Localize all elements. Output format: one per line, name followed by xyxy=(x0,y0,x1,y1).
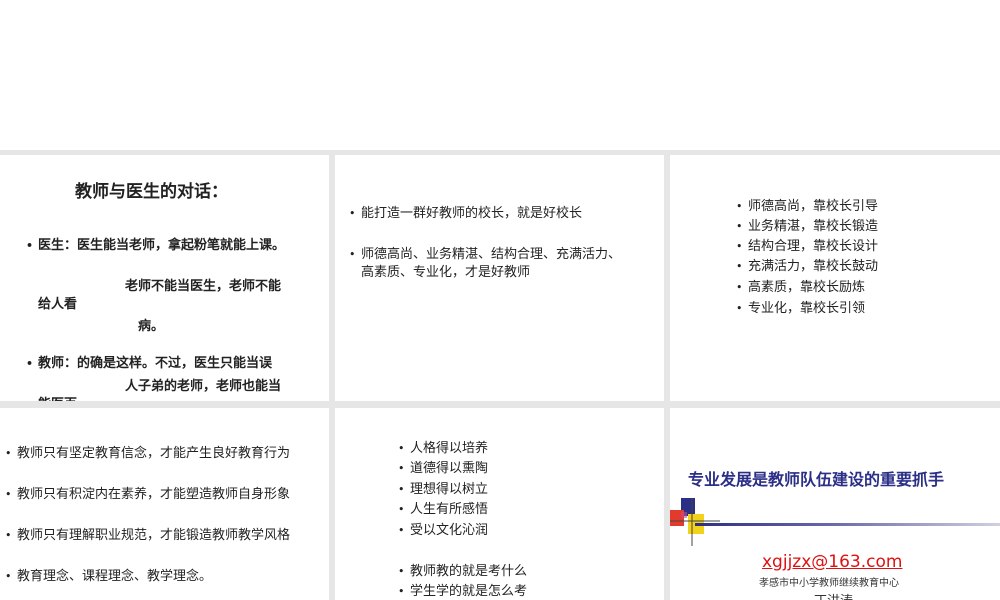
dialogue-doctor-line2: 老师不能当医生，老师不能 xyxy=(125,279,282,294)
list-item: 受以文化沁润 xyxy=(398,522,488,540)
dialogue-doctor-line4: 病。 xyxy=(138,319,165,334)
list-item: 教师只有理解职业规范，才能锻造教师教学风格 xyxy=(5,527,290,545)
list-item: 结构合理，靠校长设计 xyxy=(736,238,878,256)
slide-thumbnail-5[interactable]: 人格得以培养 道德得以熏陶 理想得以树立 人生有所感悟 受以文化沁润 教师教的就… xyxy=(335,408,664,600)
author-name: 丁洪涛 xyxy=(814,590,853,600)
dialogue-teacher-line2: 人子弟的老师，老师也能当 xyxy=(125,379,282,394)
list-item: 道德得以熏陶 xyxy=(398,460,488,478)
bullet-good-teacher-line2: 高素质、专业化，才是好教师 xyxy=(361,265,531,280)
list-item: 教师只有坚定教育信念，才能产生良好教育行为 xyxy=(5,445,290,463)
dialogue-teacher-line3: 能医百 xyxy=(38,393,77,401)
dialogue-doctor-line3: 给人看 xyxy=(38,297,78,312)
list-item: 专业化，靠校长引领 xyxy=(736,300,865,318)
slide-thumbnail-2[interactable]: 能打造一群好教师的校长，就是好校长 师德高尚、业务精湛、结构合理、充满活力、 高… xyxy=(335,155,664,401)
list-item: 教师只有积淀内在素养，才能塑造教师自身形象 xyxy=(5,486,290,504)
bullet-good-principal: 能打造一群好教师的校长，就是好校长 xyxy=(349,205,582,223)
list-item: 教育理念、课程理念、教学理念。 xyxy=(5,568,212,586)
list-item: 教师教的就是考什么 xyxy=(398,563,527,581)
list-item: 充满活力，靠校长鼓动 xyxy=(736,258,878,276)
list-item: 人格得以培养 xyxy=(398,440,488,458)
list-item: 业务精湛，靠校长锻造 xyxy=(736,218,878,236)
slide-thumbnail-6[interactable]: 专业发展是教师队伍建设的重要抓手 xgjjzx@163.com 孝感市中小学教师… xyxy=(670,408,1000,600)
email-link[interactable]: xgjjzx@163.com xyxy=(762,552,902,572)
list-item: 高素质，靠校长励炼 xyxy=(736,279,865,297)
list-item: 理想得以树立 xyxy=(398,481,488,499)
list-item: 师德高尚，靠校长引导 xyxy=(736,198,878,216)
slide-thumbnail-4[interactable]: 教师只有坚定教育信念，才能产生良好教育行为 教师只有积淀内在素养，才能塑造教师自… xyxy=(0,408,329,600)
bullet-good-teacher-line1: 师德高尚、业务精湛、结构合理、充满活力、 xyxy=(349,246,621,264)
list-item: 人生有所感悟 xyxy=(398,501,488,519)
list-item: 学生学的就是怎么考 xyxy=(398,583,527,600)
dialogue-teacher-line1: 教师：的确是这样。不过，医生只能当误 xyxy=(26,355,272,373)
slide-title: 专业发展是教师队伍建设的重要抓手 xyxy=(688,470,945,489)
dialogue-doctor-line1: 医生：医生能当老师，拿起粉笔就能上课。 xyxy=(26,237,285,255)
slide-thumbnail-1[interactable]: 教师与医生的对话： 医生：医生能当老师，拿起粉笔就能上课。 老师不能当医生，老师… xyxy=(0,155,329,401)
title-underline xyxy=(695,523,1000,526)
slide-title: 教师与医生的对话： xyxy=(75,182,228,202)
organization-name: 孝感市中小学教师继续教育中心 xyxy=(759,578,899,589)
slide-thumbnail-3[interactable]: 师德高尚，靠校长引导 业务精湛，靠校长锻造 结构合理，靠校长设计 充满活力，靠校… xyxy=(670,155,1000,401)
